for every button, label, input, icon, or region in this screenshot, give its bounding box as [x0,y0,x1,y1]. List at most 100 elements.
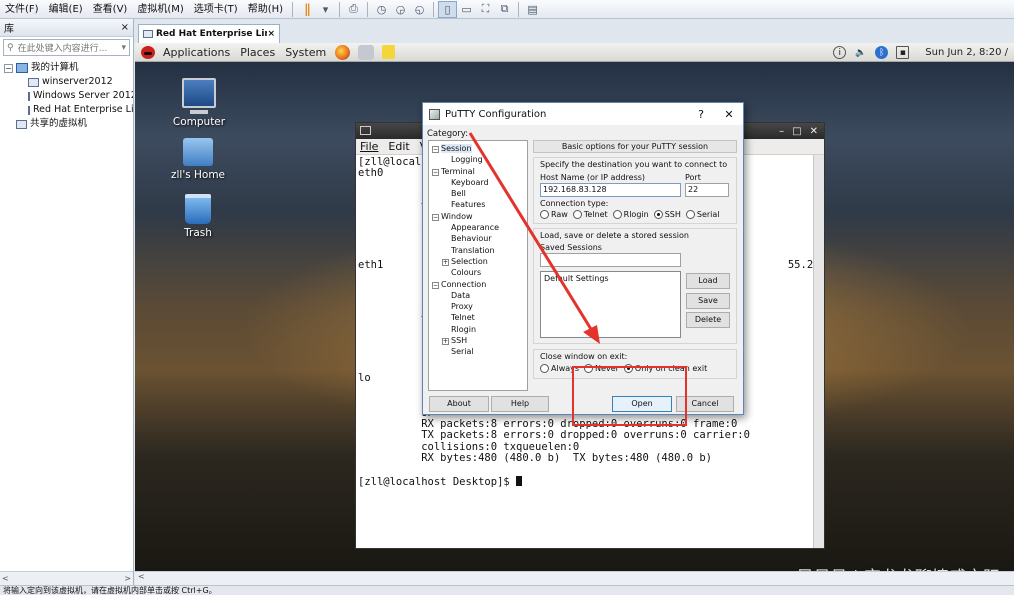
menu-applications[interactable]: Applications [158,46,235,59]
connection-type-raw[interactable]: Raw [540,210,568,219]
connection-type-serial[interactable]: Serial [685,210,720,219]
radio-button[interactable] [540,210,549,219]
library-toggle-icon[interactable]: ▤ [523,1,542,18]
category-item-connection[interactable]: − Connection [429,279,527,290]
single-window-icon[interactable]: ▭ [457,1,476,18]
revert-snapshot-icon[interactable]: ◶ [391,1,410,18]
connection-type-ssh[interactable]: SSH [653,210,681,219]
help-button[interactable]: Help [491,396,549,412]
guest-scrollbar[interactable]: < [135,571,1014,585]
category-item-telnet[interactable]: Telnet [429,312,527,323]
tree-item-vm[interactable]: winserver2012 [0,75,133,89]
maximize-icon[interactable]: □ [792,126,801,137]
category-item-keyboard[interactable]: Keyboard [429,177,527,188]
collapse-icon[interactable]: − [432,213,439,221]
menu-places[interactable]: Places [235,46,280,59]
library-scrollbar[interactable]: < > [0,571,133,585]
category-item-session[interactable]: − Session [429,143,527,154]
minimize-icon[interactable]: – [779,126,784,137]
volume-icon[interactable]: 🔈 [854,46,867,59]
radio-button[interactable] [572,210,582,219]
menu-vm[interactable]: 虚拟机(M) [132,0,188,19]
menu-help[interactable]: 帮助(H) [243,0,288,19]
desktop-icon-computer[interactable]: Computer [159,78,239,128]
dropdown-icon[interactable]: ▾ [316,1,335,18]
collapse-icon[interactable]: − [432,146,439,153]
collapse-icon[interactable]: − [432,281,439,289]
close-icon[interactable]: ✕ [810,126,818,137]
info-icon[interactable]: i [833,46,847,59]
mail-icon[interactable] [358,44,375,60]
category-item-logging[interactable]: Logging [429,154,527,165]
fullscreen-icon[interactable]: ⛶ [476,1,495,18]
about-button[interactable]: About [429,396,489,412]
tree-item-vm[interactable]: Windows Server 2012 [0,89,133,103]
category-item-selection[interactable]: + Selection [429,256,527,267]
radio-button[interactable] [612,210,622,219]
close-icon[interactable]: ✕ [715,108,743,121]
expand-icon[interactable]: + [442,258,449,266]
connection-type-telnet[interactable]: Telnet [572,210,608,219]
notes-icon[interactable] [382,45,396,59]
connection-type-rlogin[interactable]: Rlogin [612,210,649,219]
category-item-ssh[interactable]: + SSH [429,335,527,346]
help-icon[interactable]: ? [687,108,715,121]
port-input[interactable]: 22 [685,183,729,197]
chevron-down-icon[interactable]: ▾ [121,43,126,53]
category-item-serial[interactable]: Serial [429,346,527,357]
tree-item-vm[interactable]: Red Hat Enterprise Linux [0,103,133,117]
tab-close-icon[interactable]: × [267,29,275,39]
tree-item-shared-vms[interactable]: 共享的虚拟机 [0,117,133,131]
menu-file[interactable]: 文件(F) [0,0,44,19]
unity-icon[interactable]: ⧉ [495,1,514,18]
putty-titlebar[interactable]: PuTTY Configuration ? ✕ [423,103,743,125]
radio-button[interactable] [653,210,663,219]
radio-button[interactable] [540,364,549,373]
menu-edit[interactable]: 编辑(E) [44,0,88,19]
category-item-features[interactable]: Features [429,199,527,210]
radio-button[interactable] [685,210,695,219]
bluetooth-icon[interactable]: ᛒ [875,46,889,59]
category-item-window[interactable]: − Window [429,211,527,222]
send-keys-icon[interactable]: ⎙ [344,1,363,18]
library-search-input[interactable]: ⚲ 在此处键入内容进行... ▾ [3,39,130,56]
panel-clock[interactable]: Sun Jun 2, 8:20 / [913,47,1014,58]
desktop-icon-trash[interactable]: Trash [158,194,238,239]
tree-item-my-computer[interactable]: − 我的计算机 [0,61,133,75]
console-view-icon[interactable]: ▯ [438,0,458,18]
snapshot-icon[interactable]: ◷ [372,1,391,18]
sessions-list[interactable]: Default Settings [540,271,681,338]
library-close-icon[interactable]: × [121,22,129,33]
snapshot-manager-icon[interactable]: ◵ [410,1,429,18]
menu-edit[interactable]: Edit [388,140,409,153]
collapse-icon[interactable]: − [4,63,13,73]
session-item[interactable]: Default Settings [544,274,677,283]
host-name-input[interactable]: 192.168.83.128 [540,183,681,197]
category-item-proxy[interactable]: Proxy [429,301,527,312]
scroll-left-icon[interactable]: < [2,574,9,583]
network-icon[interactable]: ▪ [896,46,910,59]
pause-icon[interactable]: || [297,1,316,18]
tab-red-hat-vm[interactable]: Red Hat Enterprise Linux ... × [138,24,280,43]
category-item-colours[interactable]: Colours [429,267,527,278]
category-tree[interactable]: − Session Logging − Terminal Keyboard Bell Feat… [428,140,528,391]
desktop-icon-home[interactable]: zll's Home [158,138,238,181]
collapse-icon[interactable]: − [432,168,439,176]
expand-icon[interactable]: + [442,338,449,346]
firefox-icon[interactable] [335,44,351,60]
delete-button[interactable]: Delete [686,312,730,328]
category-item-behaviour[interactable]: Behaviour [429,233,527,244]
load-button[interactable]: Load [686,273,730,289]
category-item-rlogin[interactable]: Rlogin [429,324,527,335]
category-item-translation[interactable]: Translation [429,245,527,256]
saved-sessions-input[interactable] [540,253,681,267]
category-item-appearance[interactable]: Appearance [429,222,527,233]
menu-system[interactable]: System [280,46,331,59]
menu-tabs[interactable]: 选项卡(T) [189,0,243,19]
category-item-terminal[interactable]: − Terminal [429,166,527,177]
save-button[interactable]: Save [686,293,730,309]
terminal-scrollbar[interactable] [813,155,824,548]
menu-file[interactable]: File [360,140,378,153]
category-item-bell[interactable]: Bell [429,188,527,199]
category-item-data[interactable]: Data [429,290,527,301]
